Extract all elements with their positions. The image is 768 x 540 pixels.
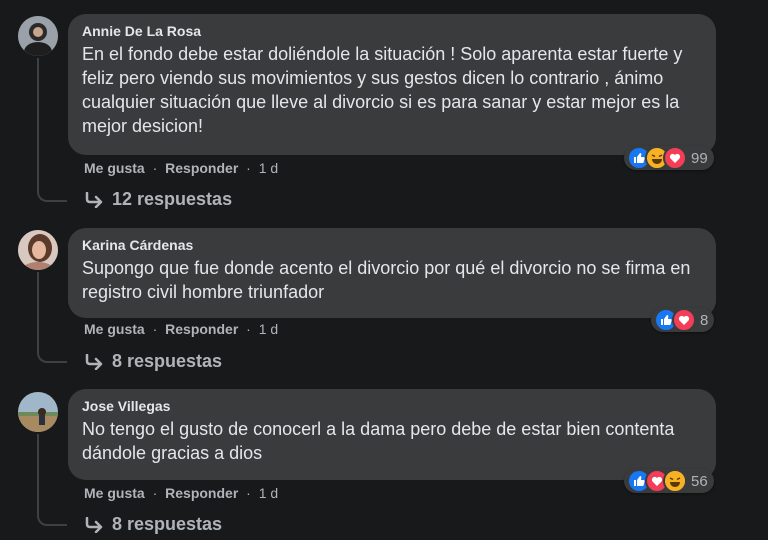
reaction-count: 99: [691, 149, 708, 167]
comment-actions: Me gusta · Responder · 1 d: [84, 159, 278, 177]
reply-arrow-icon: [85, 516, 103, 533]
comment-author[interactable]: Karina Cárdenas: [82, 236, 702, 254]
comment-author[interactable]: Jose Villegas: [82, 397, 702, 415]
thread-line: [37, 58, 39, 186]
like-button[interactable]: Me gusta: [84, 160, 145, 176]
reply-arrow-icon: [85, 191, 103, 208]
replies-label: 12 respuestas: [112, 189, 233, 209]
reactions-summary[interactable]: 8: [651, 308, 715, 332]
love-icon: [663, 146, 687, 170]
comment-bubble: Karina Cárdenas Supongo que fue donde ac…: [68, 228, 716, 318]
comment-text: Supongo que fue donde acento el divorcio…: [82, 258, 691, 302]
comment-bubble: Annie De La Rosa En el fondo debe estar …: [68, 14, 716, 155]
replies-label: 8 respuestas: [112, 514, 223, 534]
separator: ·: [152, 485, 158, 501]
reply-button[interactable]: Responder: [165, 160, 238, 176]
reaction-count: 8: [700, 311, 709, 329]
thread-line: [37, 434, 39, 510]
reactions-summary[interactable]: 99: [624, 146, 714, 170]
view-replies-link[interactable]: 8 respuestas: [84, 514, 222, 535]
like-button[interactable]: Me gusta: [84, 321, 145, 337]
comment-time[interactable]: 1 d: [259, 485, 278, 501]
comment-text: En el fondo debe estar doliéndole la sit…: [82, 44, 683, 136]
avatar[interactable]: [18, 16, 58, 56]
comment-time[interactable]: 1 d: [259, 160, 278, 176]
comment-actions: Me gusta · Responder · 1 d: [84, 484, 278, 502]
thread-elbow: [37, 347, 67, 363]
avatar[interactable]: [18, 392, 58, 432]
reply-arrow-icon: [85, 353, 103, 370]
comment-bubble: Jose Villegas No tengo el gusto de conoc…: [68, 389, 716, 480]
thread-elbow: [37, 186, 67, 202]
thread-line: [37, 272, 39, 347]
love-icon: [672, 308, 696, 332]
view-replies-link[interactable]: 8 respuestas: [84, 351, 222, 372]
view-replies-link[interactable]: 12 respuestas: [84, 189, 232, 210]
avatar[interactable]: [18, 230, 58, 270]
separator: ·: [246, 160, 251, 176]
like-button[interactable]: Me gusta: [84, 485, 145, 501]
reaction-count: 56: [691, 472, 708, 490]
separator: ·: [152, 321, 158, 337]
haha-icon: [663, 469, 687, 493]
replies-label: 8 respuestas: [112, 351, 223, 371]
separator: ·: [246, 485, 251, 501]
reply-button[interactable]: Responder: [165, 321, 238, 337]
comment-actions: Me gusta · Responder · 1 d: [84, 320, 278, 338]
comment-author[interactable]: Annie De La Rosa: [82, 22, 702, 40]
separator: ·: [152, 160, 158, 176]
separator: ·: [246, 321, 251, 337]
reactions-summary[interactable]: 56: [624, 469, 714, 493]
comment-text: No tengo el gusto de conocerl a la dama …: [82, 419, 675, 463]
comment-time[interactable]: 1 d: [259, 321, 278, 337]
reply-button[interactable]: Responder: [165, 485, 238, 501]
thread-elbow: [37, 510, 67, 526]
